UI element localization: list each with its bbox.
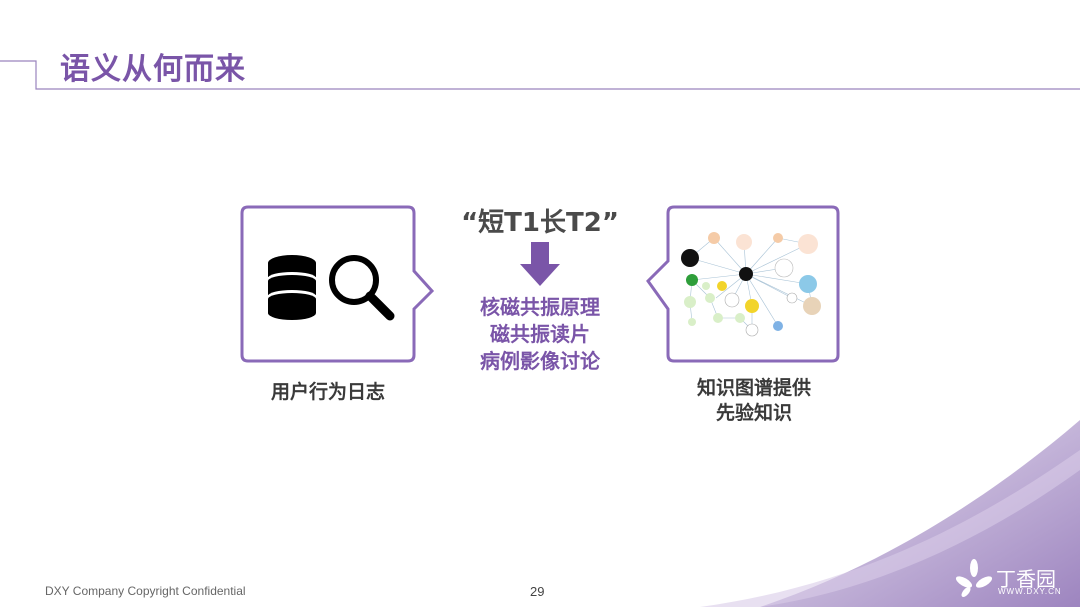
footer-copyright: DXY Company Copyright Confidential: [45, 584, 246, 598]
quote-title: “短T1长T2”: [461, 208, 619, 238]
database-icon: [268, 255, 316, 320]
magnifier-icon: [329, 255, 395, 321]
topic-item: 病例影像讨论: [480, 349, 600, 373]
right-caption-line: 知识图谱提供: [696, 377, 811, 399]
right-caption: 知识图谱提供 先验知识: [666, 376, 842, 426]
topic-item: 核磁共振原理: [480, 295, 600, 319]
brand-url: WWW.DXY.CN: [998, 587, 1062, 596]
flower-logo-icon: [955, 559, 993, 597]
topic-item: 磁共振读片: [490, 322, 590, 346]
down-arrow-icon: [520, 242, 560, 286]
page-title: 语义从何而来: [60, 52, 246, 87]
left-caption: 用户行为日志: [270, 381, 385, 403]
knowledge-graph-thumbnail: [681, 232, 821, 337]
topic-list: 核磁共振原理 磁共振读片 病例影像讨论: [440, 294, 640, 375]
right-caption-line: 先验知识: [715, 402, 792, 424]
page-number: 29: [530, 584, 545, 599]
